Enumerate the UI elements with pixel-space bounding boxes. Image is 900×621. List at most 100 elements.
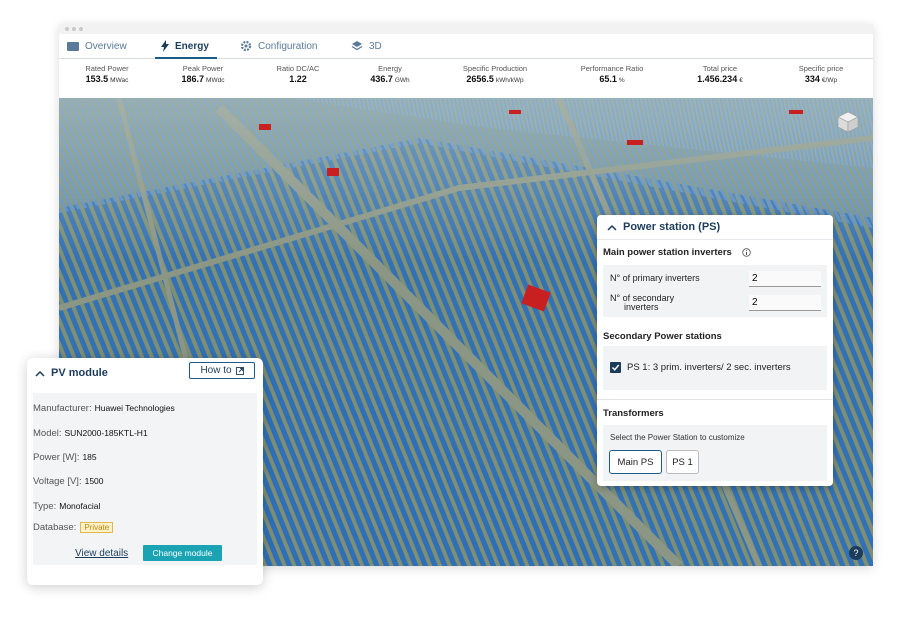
button-label: PS 1 (672, 456, 693, 468)
tab-label: Energy (175, 40, 209, 52)
pv-module-header[interactable]: PV module (35, 362, 108, 384)
metric-unit: MWdc (206, 77, 225, 84)
section-title: Transformers (603, 408, 664, 419)
type-row: Type: Monofacial (33, 501, 100, 512)
metric-value: 65.1 (599, 74, 617, 84)
metric-label: Performance Ratio (580, 64, 644, 73)
metric-unit: € (739, 77, 743, 84)
tab-label: Configuration (258, 40, 318, 52)
field-label: Voltage [V]: (33, 476, 82, 487)
field-label: Model: (33, 428, 62, 439)
lightning-icon (161, 40, 169, 52)
metric-specific-production: Specific Production 2656.5 kWh/kWp (435, 64, 555, 84)
field-label: Power [W]: (33, 452, 80, 463)
field-value: 185 (82, 452, 97, 462)
metric-label: Specific price (798, 64, 844, 73)
ps1-button[interactable]: PS 1 (666, 450, 699, 474)
view-cube-icon[interactable] (836, 110, 860, 134)
metric-energy: Energy 436.7 GWh (330, 64, 450, 84)
folder-icon (67, 42, 79, 51)
how-to-button[interactable]: How to (189, 362, 255, 379)
power-row: Power [W]: 185 (33, 452, 97, 463)
tab-configuration[interactable]: Configuration (240, 34, 317, 58)
section-title: Main power station inverters (603, 247, 732, 258)
metric-unit: €/Wp (821, 77, 838, 84)
title-bar (59, 24, 873, 34)
metric-value: 1.22 (289, 74, 307, 84)
info-icon[interactable] (742, 248, 751, 257)
field-label: Database: (33, 522, 77, 533)
metric-value: 1.456.234 (697, 74, 738, 84)
window-dot (72, 27, 76, 31)
tab-label: Overview (85, 40, 127, 52)
external-link-icon (235, 366, 244, 375)
metric-value: 186.7 (181, 74, 205, 84)
metric-specific-price: Specific price 334 €/Wp (761, 64, 873, 84)
tab-3d[interactable]: 3D (351, 34, 382, 58)
metric-unit: MWac (110, 77, 129, 84)
section-title: Secondary Power stations (603, 331, 722, 342)
help-button[interactable]: ? (849, 546, 863, 560)
ps1-option[interactable]: PS 1: 3 prim. inverters/ 2 sec. inverter… (610, 362, 791, 373)
voltage-row: Voltage [V]: 1500 (33, 476, 104, 487)
transformers-hint: Select the Power Station to customize (610, 433, 745, 442)
view-details-link[interactable]: View details (75, 548, 128, 559)
secondary-inverters-label: N° of secondary inverters (610, 294, 674, 312)
transformer-block[interactable] (259, 124, 271, 130)
transformer-block[interactable] (789, 110, 803, 114)
transformer-block[interactable] (627, 140, 643, 145)
power-station-panel: Power station (PS) Main power station in… (597, 215, 833, 486)
metrics-bar: Rated Power 153.5 MWac Peak Power 186.7 MW… (59, 59, 873, 100)
chevron-up-icon (35, 370, 45, 377)
database-badge: Private (80, 522, 114, 533)
layers-icon (351, 41, 363, 51)
manufacturer-row: Manufacturer: Huawei Technologies (33, 403, 175, 414)
metric-value: 436.7 (370, 74, 393, 84)
main-ps-button[interactable]: Main PS (609, 450, 662, 474)
metric-unit: kWh/kWp (495, 77, 524, 84)
tab-bar: Overview Energy Configuration 3D (59, 34, 873, 59)
secondary-inverters-input[interactable] (749, 295, 821, 311)
tab-label: 3D (369, 40, 382, 52)
metric-performance-ratio: Performance Ratio 65.1% (552, 64, 672, 84)
field-label: Type: (33, 501, 57, 512)
tab-overview[interactable]: Overview (67, 34, 127, 58)
tab-energy[interactable]: Energy (155, 34, 217, 59)
field-value: 1500 (84, 476, 104, 486)
panel-title: PV module (51, 367, 108, 379)
metric-value: 2656.5 (466, 74, 494, 84)
chevron-up-icon (607, 224, 617, 231)
transformer-block[interactable] (509, 110, 521, 114)
field-value: Huawei Technologies (94, 403, 175, 413)
transformer-block[interactable] (327, 168, 339, 176)
checkbox-checked-icon[interactable] (610, 362, 621, 373)
divider (597, 399, 833, 400)
field-label: Manufacturer: (33, 403, 92, 414)
power-station-header[interactable]: Power station (PS) (597, 215, 833, 240)
metric-value: 334 (804, 74, 820, 84)
window-dot (79, 27, 83, 31)
button-label: Main PS (617, 456, 654, 468)
button-label: Change module (152, 548, 213, 558)
button-label: How to (200, 365, 232, 376)
panel-title: Power station (PS) (623, 221, 721, 233)
database-row: Database: Private (33, 522, 114, 533)
gear-icon (240, 40, 252, 52)
help-icon: ? (853, 548, 859, 558)
primary-inverters-label: N° of primary inverters (610, 273, 700, 283)
model-row: Model: SUN2000-185KTL-H1 (33, 428, 148, 439)
primary-inverters-input[interactable] (749, 271, 821, 287)
label-line: inverters (624, 302, 659, 312)
window-dot (65, 27, 69, 31)
metric-value: 153.5 (85, 74, 109, 84)
metric-unit: GWh (394, 77, 410, 84)
pv-module-panel: PV module How to Manufacturer: Huawei Tec… (27, 358, 263, 585)
change-module-button[interactable]: Change module (143, 545, 222, 561)
metric-label: Energy (378, 64, 402, 73)
field-value: Monofacial (59, 501, 101, 511)
ps1-label: PS 1: 3 prim. inverters/ 2 sec. inverter… (627, 362, 791, 373)
main-inverters-heading: Main power station inverters (597, 247, 751, 258)
metric-label: Specific Production (462, 64, 528, 73)
field-value: SUN2000-185KTL-H1 (64, 428, 148, 438)
metric-unit: % (618, 77, 625, 84)
